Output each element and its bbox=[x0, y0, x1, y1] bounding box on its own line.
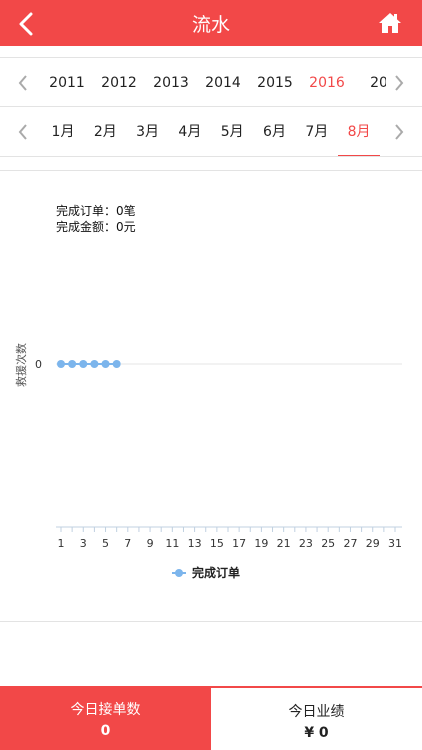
data-point bbox=[90, 360, 99, 368]
legend-marker bbox=[175, 569, 183, 577]
month-item[interactable]: 8月 bbox=[338, 107, 381, 156]
x-tick-label: 23 bbox=[299, 537, 313, 550]
year-next-chevron-icon[interactable] bbox=[382, 58, 422, 106]
month-prev-chevron-icon[interactable] bbox=[0, 107, 40, 156]
year-item[interactable]: 2016 bbox=[302, 58, 352, 106]
month-item[interactable]: 3月 bbox=[127, 107, 169, 156]
x-tick-label: 19 bbox=[254, 537, 268, 550]
year-item[interactable]: 2015 bbox=[250, 58, 300, 106]
x-tick-label: 13 bbox=[188, 537, 202, 550]
home-icon[interactable] bbox=[378, 11, 402, 35]
page-title: 流水 bbox=[191, 14, 230, 36]
month-list: 1月 2月 3月 4月 5月 6月 7月 8月 bbox=[42, 107, 386, 156]
year-prev-chevron-icon[interactable] bbox=[0, 58, 40, 106]
chart-panel: 完成订单：0笔 完成金额：0元 救援次数 0 1 3 5 7 9 11 13 15 17 19 21 2… bbox=[0, 170, 422, 622]
month-item[interactable]: 2月 bbox=[84, 107, 126, 156]
year-item[interactable]: 2012 bbox=[94, 58, 144, 106]
data-point bbox=[57, 360, 65, 368]
x-tick-label: 21 bbox=[277, 537, 291, 550]
year-selector: 20112012201320142015201620 bbox=[0, 57, 422, 107]
year-item[interactable]: 2014 bbox=[198, 58, 248, 106]
x-tick-label: 29 bbox=[366, 537, 380, 550]
x-tick-label: 5 bbox=[102, 537, 109, 550]
x-tick-label: 7 bbox=[124, 537, 131, 550]
today-performance-tab[interactable]: 今日业绩 ¥ 0 bbox=[211, 686, 422, 750]
top-bar: 流水 bbox=[0, 0, 422, 46]
today-orders-tab[interactable]: 今日接单数 0 bbox=[0, 686, 211, 750]
x-tick-label: 9 bbox=[147, 537, 154, 550]
data-point bbox=[112, 360, 121, 368]
month-item[interactable]: 6月 bbox=[254, 107, 296, 156]
x-tick-label: 17 bbox=[232, 537, 246, 550]
year-item[interactable]: 2011 bbox=[42, 58, 92, 106]
year-list: 20112012201320142015201620 bbox=[42, 58, 386, 106]
month-next-chevron-icon[interactable] bbox=[382, 107, 422, 156]
data-point bbox=[101, 360, 110, 368]
today-performance-value: ¥ 0 bbox=[304, 725, 329, 741]
x-tick-label: 11 bbox=[165, 537, 179, 550]
y-tick-label: 0 bbox=[35, 358, 42, 371]
month-item[interactable]: 5月 bbox=[211, 107, 253, 156]
x-tick-label: 25 bbox=[321, 537, 335, 550]
x-tick-label: 15 bbox=[210, 537, 224, 550]
x-tick-label: 31 bbox=[388, 537, 402, 550]
legend-label: 完成订单 bbox=[192, 565, 240, 580]
year-item[interactable]: 2013 bbox=[146, 58, 196, 106]
x-tick-label: 3 bbox=[80, 537, 87, 550]
x-tick-label: 27 bbox=[343, 537, 357, 550]
month-item[interactable]: 1月 bbox=[42, 107, 84, 156]
today-performance-label: 今日业绩 bbox=[288, 704, 345, 720]
today-orders-value: 0 bbox=[100, 723, 111, 739]
x-tick-label: 1 bbox=[58, 537, 65, 550]
footer: 今日接单数 0 今日业绩 ¥ 0 bbox=[0, 686, 422, 750]
month-item[interactable]: 7月 bbox=[296, 107, 338, 156]
data-point bbox=[79, 360, 88, 368]
month-item[interactable]: 4月 bbox=[169, 107, 211, 156]
today-orders-label: 今日接单数 bbox=[70, 702, 141, 718]
data-point bbox=[68, 360, 77, 368]
line-chart: 01 3 5 7 9 11 13 15 17 19 21 23 25 27 29 31完成订单 bbox=[35, 358, 402, 580]
month-selector: 1月 2月 3月 4月 5月 6月 7月 8月 bbox=[0, 107, 422, 157]
